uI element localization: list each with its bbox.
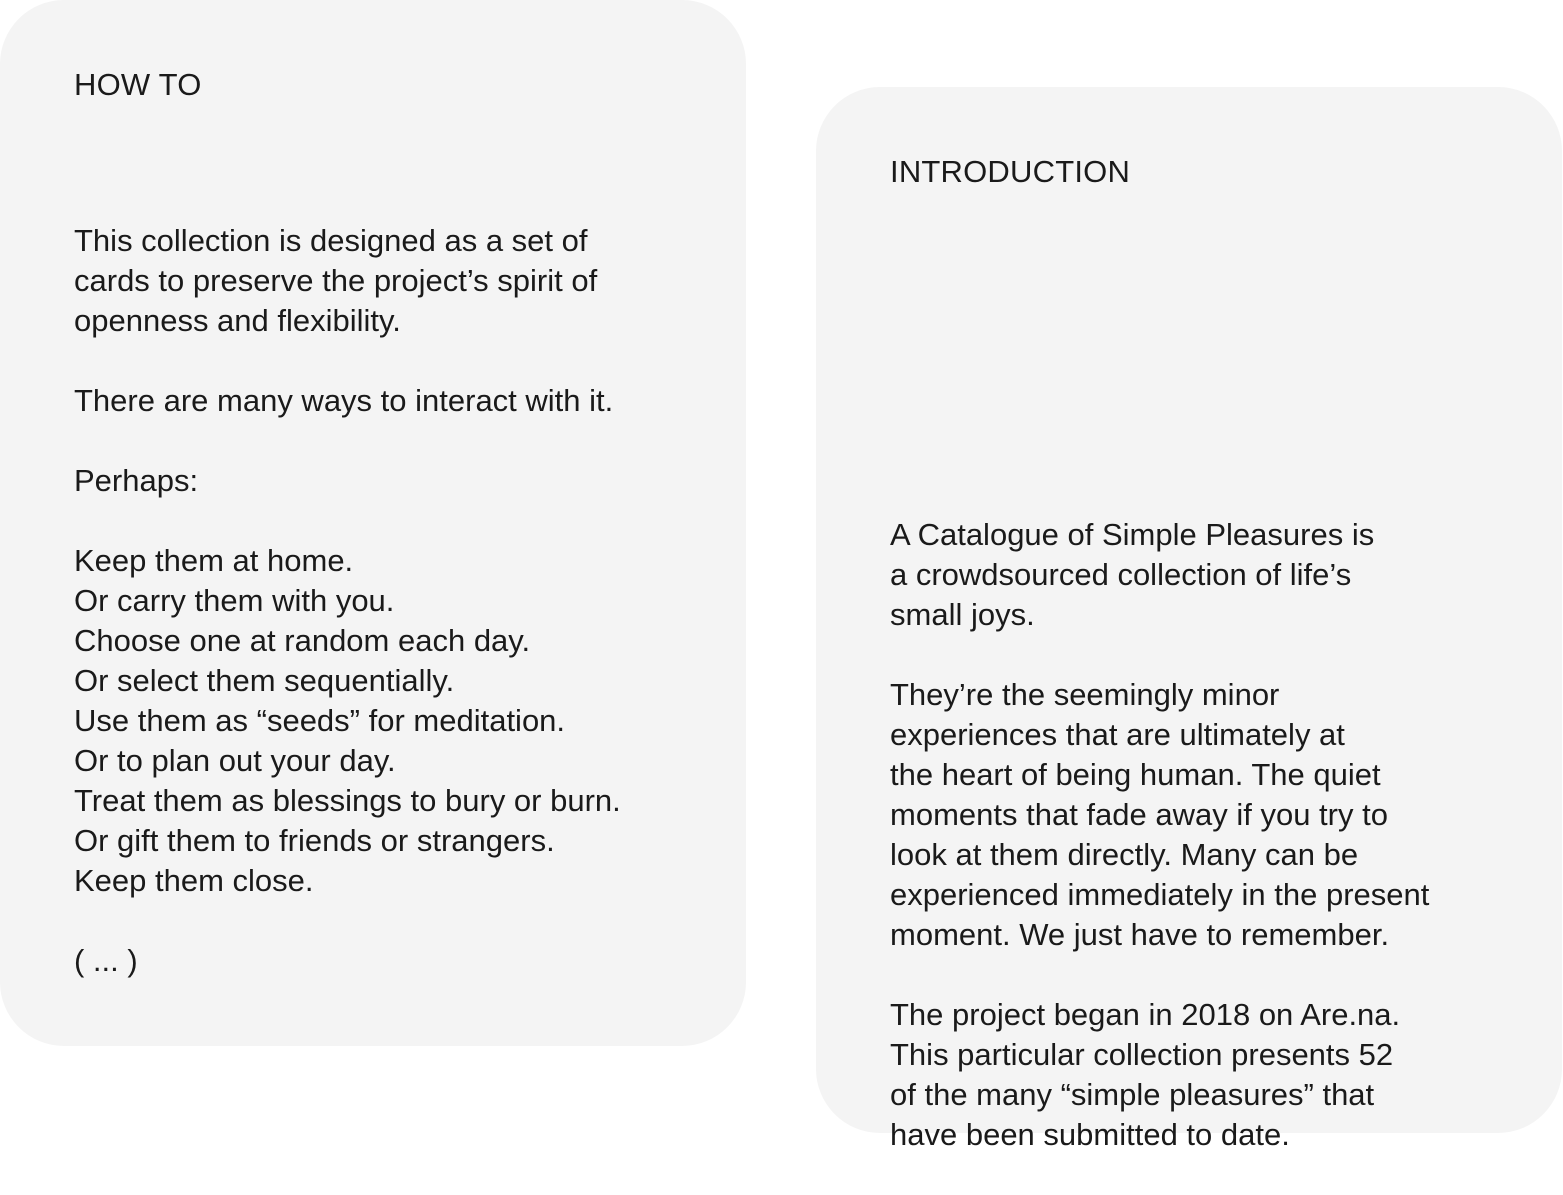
text-line: Perhaps: [74,463,199,498]
text-line: Keep them close. [74,863,314,898]
text-line: Or carry them with you. [74,583,395,618]
how-to-paragraph: ( ... ) [74,941,714,981]
text-line: Use them as “seeds” for meditation. [74,703,566,738]
how-to-paragraph: This collection is designed as a set of … [74,221,714,341]
ellipsis-text: ( ... ) [74,943,138,978]
text-line: This particular collection presents 52 [890,1037,1394,1072]
introduction-paragraph: They’re the seemingly minor experiences … [890,675,1530,955]
how-to-body: This collection is designed as a set of … [74,221,714,1021]
introduction-paragraph: The project began in 2018 on Are.na. Thi… [890,995,1530,1155]
text-line: Choose one at random each day. [74,623,531,658]
text-line: small joys. [890,597,1035,632]
text-line: Or gift them to friends or strangers. [74,823,555,858]
introduction-body: A Catalogue of Simple Pleasures is a cro… [890,515,1530,1195]
text-line: moments that fade away if you try to [890,797,1388,832]
how-to-paragraph: Perhaps: [74,461,714,501]
text-line: This collection is designed as a set of [74,223,588,258]
text-line: openness and flexibility. [74,303,401,338]
text-line: Or to plan out your day. [74,743,396,778]
text-line: the heart of being human. The quiet [890,757,1381,792]
how-to-card: HOW TO This collection is designed as a … [0,0,746,1046]
text-line: of the many “simple pleasures” that [890,1077,1375,1112]
text-line: moment. We just have to remember. [890,917,1390,952]
text-line: Keep them at home. [74,543,354,578]
text-line: Treat them as blessings to bury or burn. [74,783,621,818]
text-line: The project began in 2018 on Are.na. [890,997,1401,1032]
text-line: look at them directly. Many can be [890,837,1359,872]
introduction-paragraph: A Catalogue of Simple Pleasures is a cro… [890,515,1530,635]
text-line: experiences that are ultimately at [890,717,1345,752]
text-line: They’re the seemingly minor [890,677,1280,712]
text-line: a crowdsourced collection of life’s [890,557,1352,592]
text-line: A Catalogue of Simple Pleasures is [890,517,1375,552]
text-line: cards to preserve the project’s spirit o… [74,263,598,298]
text-line: have been submitted to date. [890,1117,1290,1152]
text-line: experienced immediately in the present [890,877,1430,912]
how-to-paragraph: Keep them at home. Or carry them with yo… [74,541,714,901]
how-to-heading: HOW TO [74,67,202,102]
introduction-card: INTRODUCTION A Catalogue of Simple Pleas… [816,87,1562,1152]
how-to-paragraph: There are many ways to interact with it. [74,381,714,421]
introduction-heading: INTRODUCTION [890,154,1131,189]
text-line: Or select them sequentially. [74,663,455,698]
text-line: There are many ways to interact with it. [74,383,614,418]
